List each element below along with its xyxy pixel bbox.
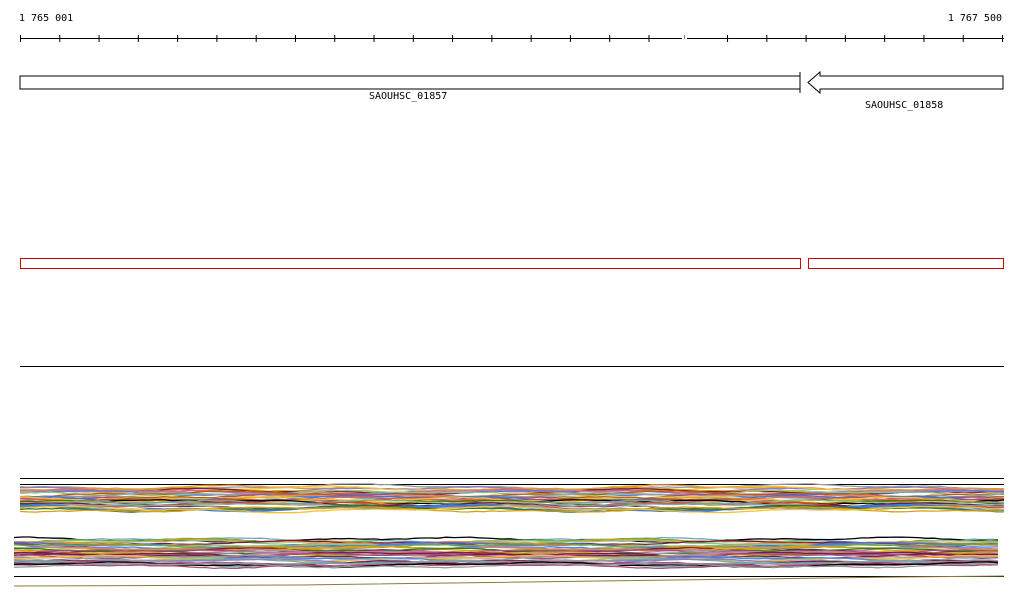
gene-label-saouhsc-01858: SAOUHSC_01858 [865,100,944,111]
position-ruler [20,35,1004,42]
coverage-band-upper [19,483,1005,514]
gene-arrow-saouhsc-01858[interactable] [807,70,1004,95]
feature-box-right[interactable] [808,258,1004,269]
gene-arrow-saouhsc-01857[interactable] [19,75,801,90]
coverage-line [13,575,1005,587]
genome-browser-view: 1 765 001 1 767 500 SAOUHSC_01857 SAOUHS… [0,0,1024,611]
gene-track [19,70,1004,95]
coverage-track-top-border [20,478,1004,485]
feature-box-left[interactable] [20,258,801,269]
tracks-canvas [13,35,1005,587]
feature-track [20,258,1004,269]
gene-label-saouhsc-01857: SAOUHSC_01857 [369,91,448,102]
coverage-band-lower [13,536,1005,587]
